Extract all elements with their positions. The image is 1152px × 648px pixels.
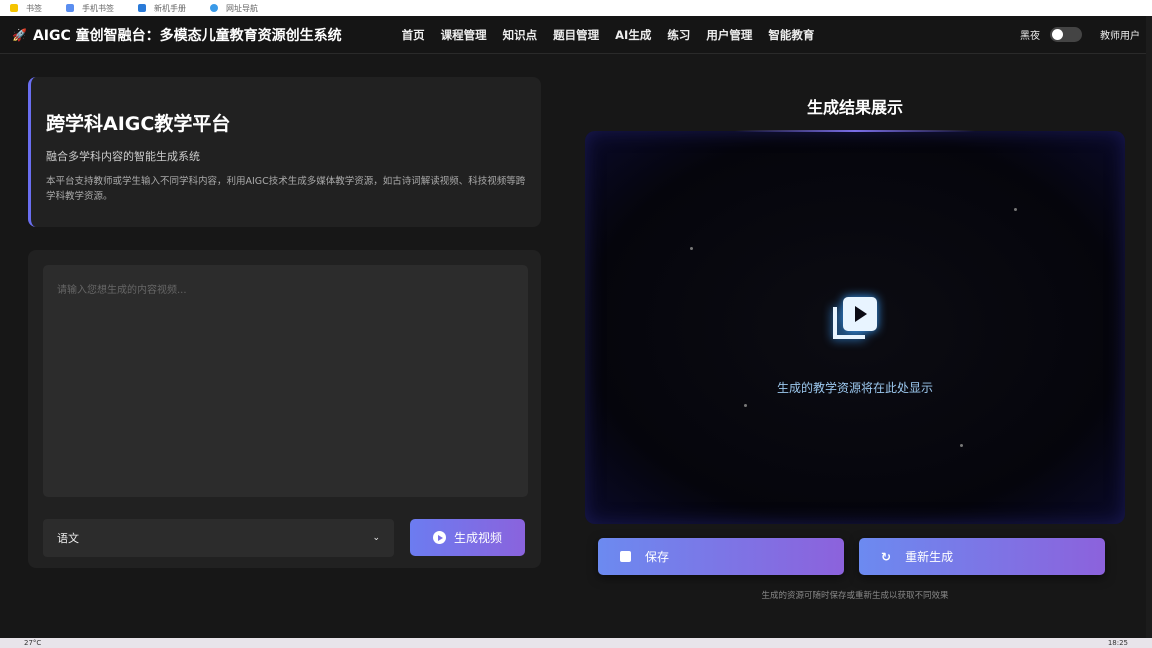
- generate-form: 语文 ⌄ 生成视频: [28, 250, 541, 568]
- bookmark-item[interactable]: 网址导航: [210, 3, 258, 14]
- regenerate-label: 重新生成: [905, 550, 954, 564]
- bookmark-item[interactable]: 手机书签: [66, 3, 114, 14]
- taskbar-clock[interactable]: 18:25: [1108, 639, 1128, 647]
- result-hint: 生成的资源可随时保存或重新生成以获取不同效果: [761, 591, 949, 601]
- title-underline: [735, 130, 975, 132]
- nav-users[interactable]: 用户管理: [706, 27, 752, 43]
- nav-smart-edu[interactable]: 智能教育: [768, 27, 814, 43]
- regenerate-button[interactable]: ↻ 重新生成: [859, 538, 1105, 575]
- star-dot: [744, 404, 747, 407]
- bookmark-item[interactable]: 书签: [10, 3, 42, 14]
- nav-knowledge[interactable]: 知识点: [503, 27, 538, 43]
- app-logo[interactable]: 🚀 AIGC 童创智融台：多模态儿童教育资源创生系统: [12, 25, 342, 45]
- main-menu: 首页 课程管理 知识点 题目管理 AI生成 练习 用户管理 智能教育: [402, 27, 815, 43]
- video-library-icon: [833, 297, 877, 339]
- content-input[interactable]: [43, 265, 528, 497]
- scrollbar[interactable]: [1146, 16, 1152, 638]
- rocket-icon: 🚀: [12, 27, 27, 42]
- nav-questions[interactable]: 题目管理: [553, 27, 599, 43]
- save-button[interactable]: 保存: [598, 538, 844, 575]
- result-title: 生成结果展示: [806, 98, 903, 117]
- chevron-down-icon: ⌄: [372, 533, 380, 543]
- intro-title: 跨学科AIGC教学平台: [46, 113, 231, 135]
- intro-card: 跨学科AIGC教学平台 融合多学科内容的智能生成系统 本平台支持教师或学生输入不…: [28, 77, 541, 227]
- nav-home[interactable]: 首页: [402, 27, 425, 43]
- dark-mode-toggle[interactable]: [1050, 27, 1082, 42]
- bookmark-label: 网址导航: [226, 3, 258, 13]
- refresh-icon: ↻: [881, 549, 892, 564]
- bookmark-label: 新机手册: [154, 3, 186, 13]
- subject-select[interactable]: 语文 ⌄: [43, 519, 394, 557]
- taskbar: 27°C 18:25: [0, 638, 1152, 648]
- save-icon: [620, 551, 631, 562]
- top-nav: 🚀 AIGC 童创智融台：多模态儿童教育资源创生系统 首页 课程管理 知识点 题目…: [0, 16, 1152, 54]
- bookmarks-bar: 书签 手机书签 新机手册 网址导航: [0, 0, 1152, 16]
- app-title: AIGC 童创智融台：多模态儿童教育资源创生系统: [32, 27, 342, 44]
- user-menu[interactable]: 教师用户: [1100, 27, 1140, 42]
- generate-label: 生成视频: [453, 531, 502, 545]
- intro-description: 本平台支持教师或学生输入不同学科内容，利用AIGC技术生成多媒体教学资源，如古诗…: [46, 176, 526, 202]
- star-dot: [1014, 208, 1017, 211]
- play-circle-icon: [432, 531, 446, 544]
- intro-subtitle: 融合多学科内容的智能生成系统: [46, 150, 200, 163]
- dark-mode-label: 黑夜: [1020, 31, 1040, 42]
- bookmark-item[interactable]: 新机手册: [138, 3, 186, 14]
- nav-ai-generate[interactable]: AI生成: [615, 27, 651, 43]
- subject-value: 语文: [57, 532, 79, 545]
- nav-courses[interactable]: 课程管理: [441, 27, 487, 43]
- weather-widget[interactable]: 27°C: [24, 639, 41, 647]
- save-label: 保存: [645, 550, 670, 564]
- bookmark-label: 手机书签: [82, 3, 114, 13]
- bookmark-label: 书签: [26, 3, 42, 13]
- generate-video-button[interactable]: 生成视频: [410, 519, 525, 556]
- nav-practice[interactable]: 练习: [667, 27, 690, 43]
- star-dot: [690, 247, 693, 250]
- star-dot: [960, 444, 963, 447]
- result-display: 生成的教学资源将在此处显示: [585, 131, 1125, 524]
- result-placeholder: 生成的教学资源将在此处显示: [776, 381, 933, 395]
